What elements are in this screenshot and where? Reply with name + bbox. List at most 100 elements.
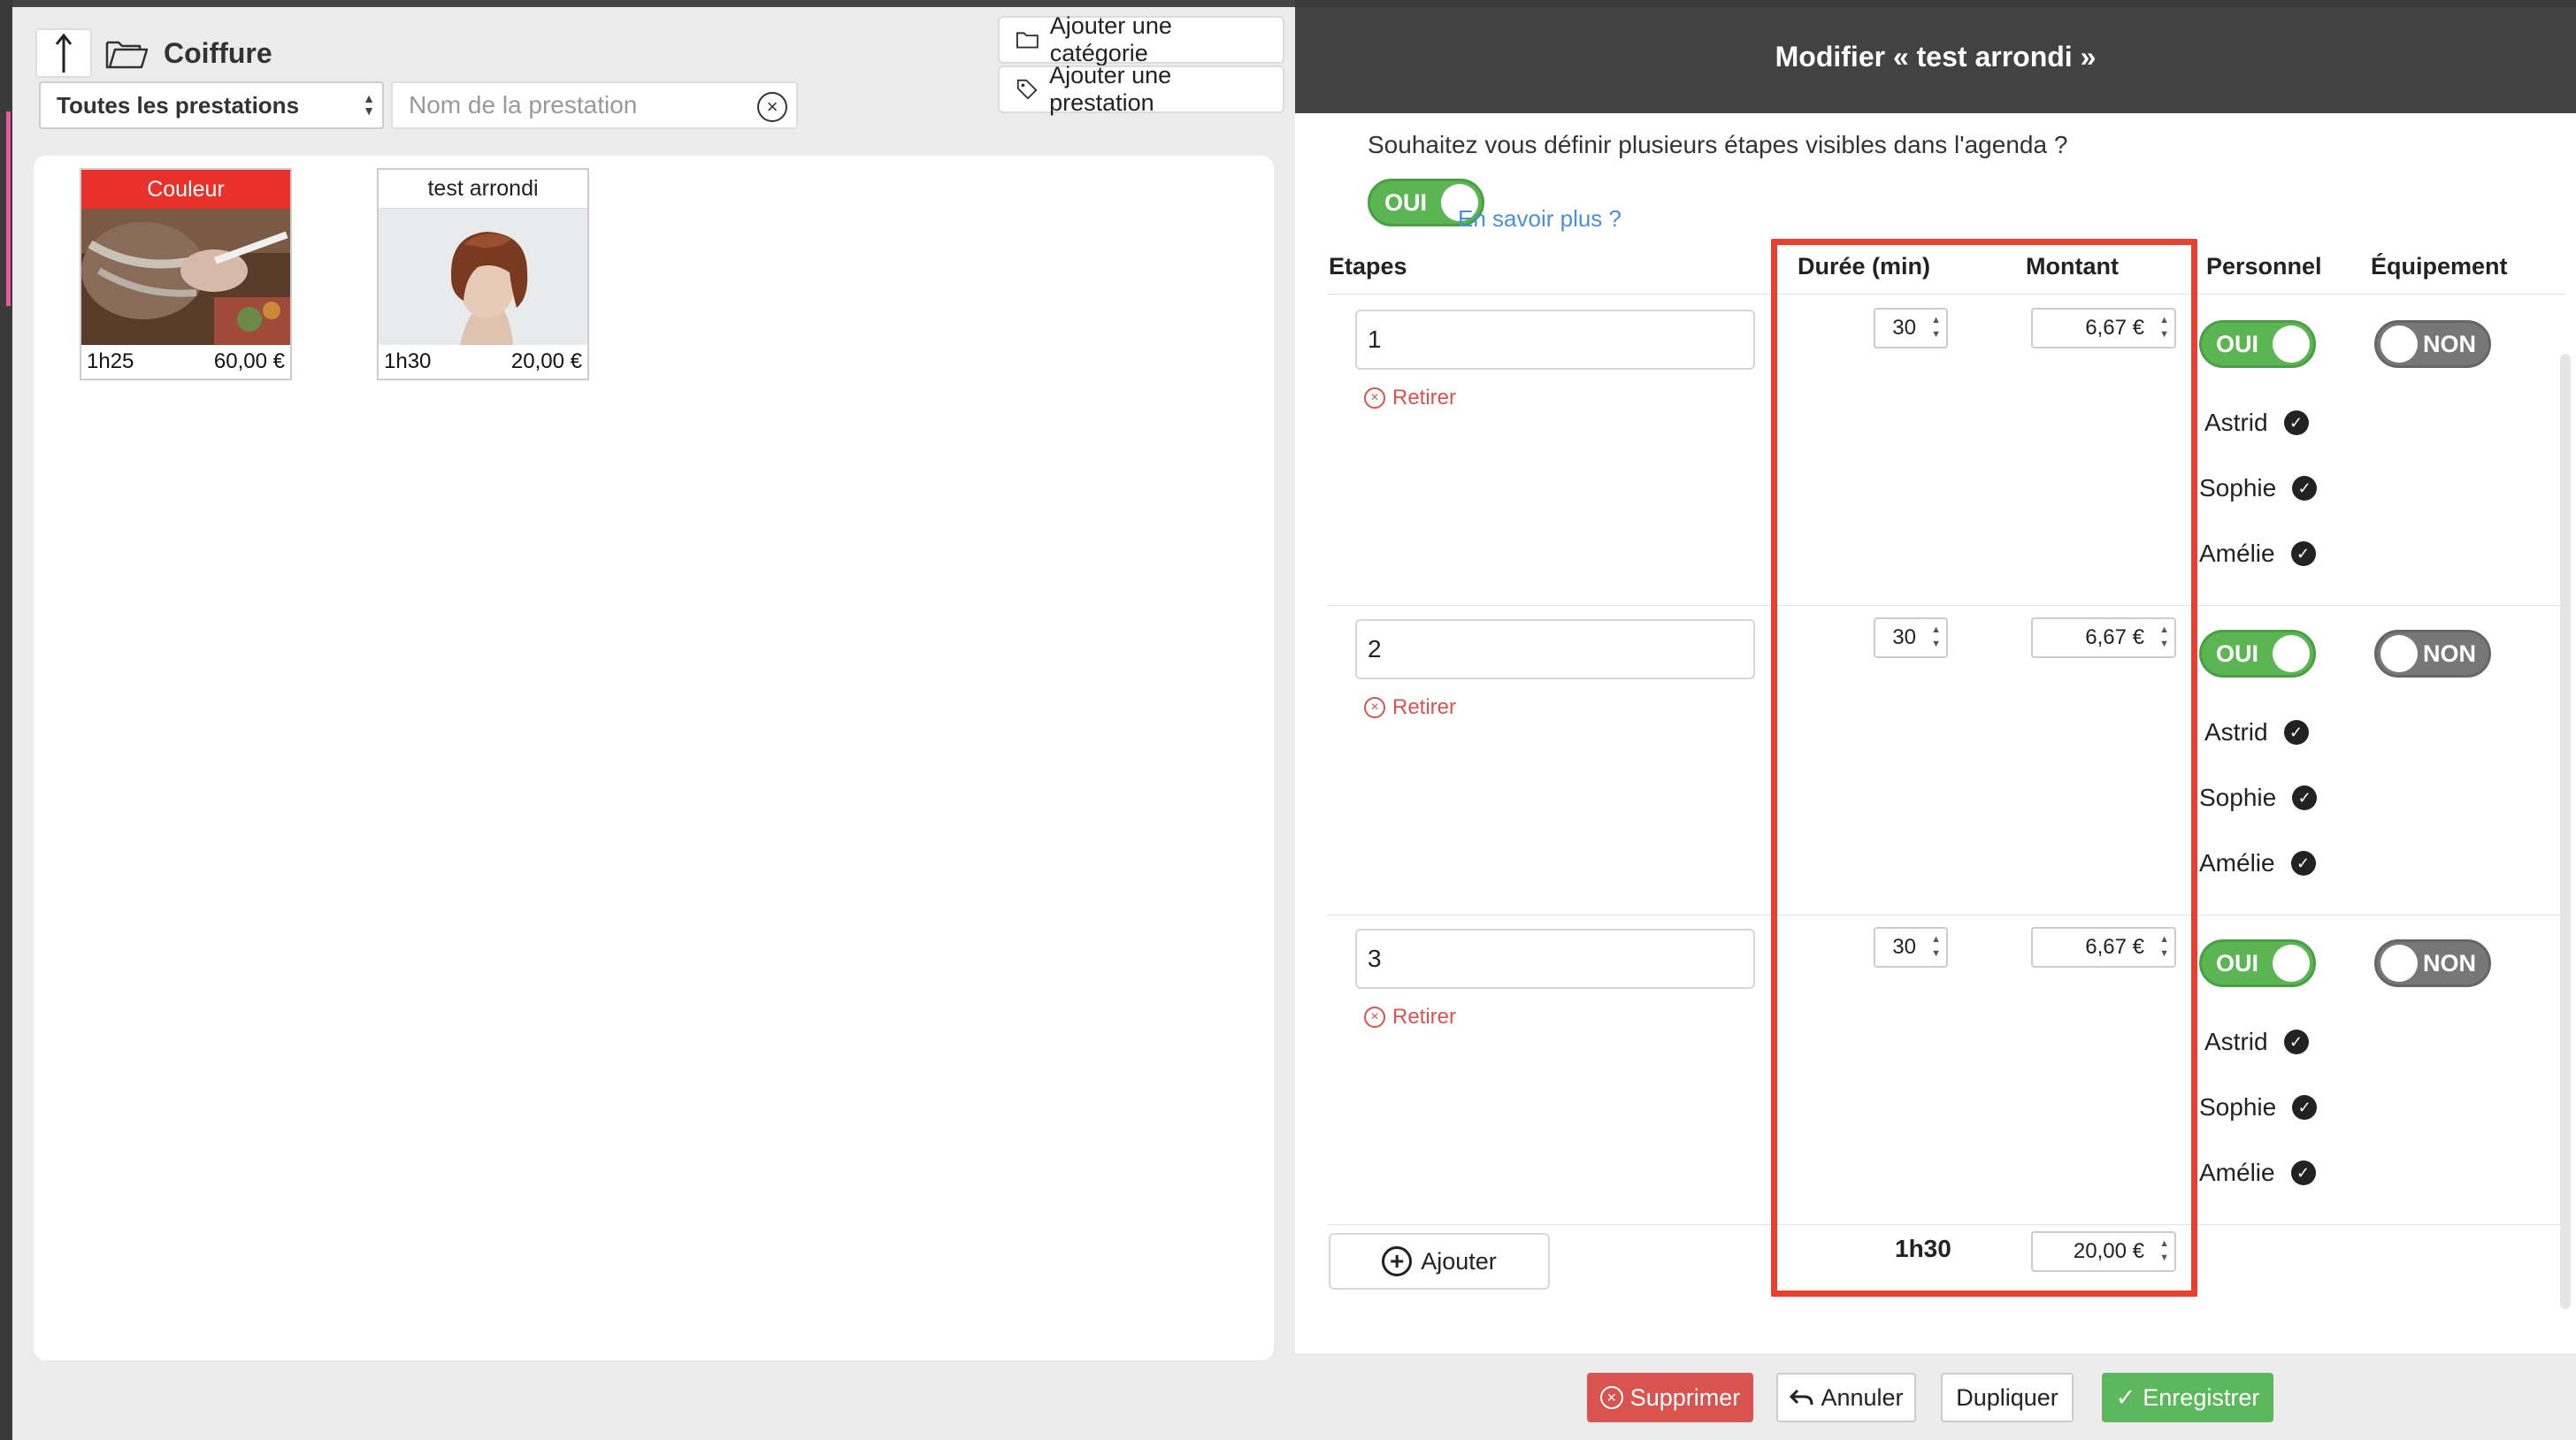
- staff-member[interactable]: Sophie ✓: [2199, 784, 2318, 812]
- spinner-arrows-icon[interactable]: ▲ ▼: [2159, 932, 2169, 961]
- spinner-arrows-icon[interactable]: ▲ ▼: [2159, 1237, 2169, 1265]
- staff-member[interactable]: Amélie ✓: [2199, 849, 2316, 877]
- check-circle-icon: ✓: [2290, 851, 2316, 876]
- go-up-button[interactable]: [35, 28, 92, 78]
- row-divider: [1327, 1224, 2565, 1225]
- service-browser-panel: Coiffure Ajouter une catégorie Ajouter u…: [0, 0, 1295, 1440]
- service-tile[interactable]: Couleur 1h25 60,00 €: [80, 168, 292, 380]
- step-amount-stepper[interactable]: 6,67 € ▲ ▼: [2031, 308, 2176, 349]
- check-circle-icon: ✓: [2292, 1095, 2318, 1120]
- scrollbar[interactable]: [2560, 354, 2571, 1309]
- toggle-knob: [2273, 635, 2310, 672]
- toggle-label: NON: [2423, 640, 2476, 667]
- staff-member[interactable]: Amélie ✓: [2199, 1159, 2316, 1187]
- learn-more-link[interactable]: En savoir plus ?: [1458, 205, 1622, 233]
- edit-service-modal: Modifier « test arrondi » Souhaitez vous…: [1295, 0, 2576, 1440]
- spinner-arrows-icon[interactable]: ▲ ▼: [2159, 313, 2169, 341]
- delete-label: Supprimer: [1629, 1383, 1741, 1411]
- remove-step-button[interactable]: × Retirer: [1364, 695, 1456, 720]
- total-amount-stepper[interactable]: 20,00 € ▲ ▼: [2031, 1231, 2176, 1272]
- equipment-toggle[interactable]: NON: [2374, 320, 2491, 368]
- staff-member[interactable]: Astrid ✓: [2204, 1028, 2309, 1056]
- equipment-toggle[interactable]: NON: [2374, 939, 2491, 987]
- amount-value: 6,67 €: [2085, 935, 2144, 959]
- delete-button[interactable]: × Supprimer: [1587, 1373, 1753, 1422]
- add-step-button[interactable]: + Ajouter: [1329, 1233, 1550, 1290]
- toggle-label: OUI: [1384, 188, 1428, 216]
- service-price: 20,00 €: [510, 349, 582, 373]
- step-duration-stepper[interactable]: 30 ▲ ▼: [1874, 308, 1948, 349]
- service-tile[interactable]: test arrondi 1h30 20,00 €: [377, 168, 589, 380]
- remove-circle-icon: ×: [1599, 1386, 1623, 1409]
- step-duration-stepper[interactable]: 30 ▲ ▼: [1874, 617, 1948, 658]
- spinner-arrows-icon[interactable]: ▲ ▼: [2159, 623, 2169, 651]
- remove-step-button[interactable]: × Retirer: [1364, 1005, 1456, 1030]
- toggle-label: NON: [2423, 949, 2476, 977]
- remove-step-button[interactable]: × Retirer: [1364, 386, 1456, 410]
- add-service-label: Ajouter une prestation: [1049, 62, 1172, 116]
- duplicate-button[interactable]: Dupliquer: [1941, 1373, 2074, 1422]
- checkmark-icon: ✓: [2115, 1383, 2136, 1411]
- toggle-knob: [2380, 635, 2418, 672]
- spinner-arrows-icon[interactable]: ▲ ▼: [1931, 623, 1941, 651]
- staff-member[interactable]: Amélie ✓: [2199, 540, 2316, 568]
- add-step-label: Ajouter: [1421, 1247, 1497, 1275]
- toggle-label: OUI: [2216, 949, 2259, 977]
- check-circle-icon: ✓: [2283, 720, 2309, 745]
- arrow-up-icon: [55, 33, 73, 73]
- toggle-label: OUI: [2216, 640, 2259, 667]
- remove-circle-icon: ×: [1364, 697, 1385, 718]
- step-amount-stepper[interactable]: 6,67 € ▲ ▼: [2031, 617, 2176, 658]
- add-category-button[interactable]: Ajouter une catégorie: [998, 12, 1284, 66]
- step-amount-stepper[interactable]: 6,67 € ▲ ▼: [2031, 927, 2176, 968]
- amount-value: 6,67 €: [2085, 316, 2144, 340]
- service-info: 1h30 20,00 €: [379, 345, 587, 379]
- remove-label: Retirer: [1392, 1005, 1457, 1029]
- add-category-label: Ajouter une catégorie: [1049, 12, 1172, 66]
- cancel-button[interactable]: Annuler: [1776, 1373, 1916, 1422]
- service-info: 1h25 60,00 €: [81, 345, 290, 379]
- step-name-input[interactable]: 2: [1355, 619, 1755, 679]
- undo-arrow-icon: [1790, 1389, 1813, 1406]
- add-service-button[interactable]: Ajouter une prestation: [998, 62, 1284, 116]
- step-duration-stepper[interactable]: 30 ▲ ▼: [1874, 927, 1948, 968]
- step-name-value: 1: [1368, 326, 1382, 353]
- staff-member[interactable]: Sophie ✓: [2199, 1093, 2318, 1122]
- spinner-arrows-icon[interactable]: ▲ ▼: [1931, 313, 1941, 341]
- staff-member[interactable]: Sophie ✓: [2199, 474, 2318, 502]
- remove-circle-icon: ×: [1364, 387, 1385, 409]
- tag-icon: [1016, 79, 1038, 100]
- clear-search-icon[interactable]: ×: [757, 92, 787, 122]
- remove-label: Retirer: [1392, 695, 1457, 719]
- breadcrumb: Coiffure: [164, 37, 272, 69]
- equipment-toggle[interactable]: NON: [2374, 630, 2491, 678]
- staff-name: Astrid: [2204, 1028, 2268, 1055]
- staff-name: Astrid: [2204, 718, 2268, 746]
- service-title: Couleur: [81, 170, 290, 209]
- staff-member[interactable]: Astrid ✓: [2204, 718, 2309, 747]
- staff-toggle[interactable]: OUI: [2199, 320, 2316, 368]
- step-name-input[interactable]: 1: [1355, 310, 1755, 370]
- save-label: Enregistrer: [2143, 1383, 2260, 1411]
- service-photo-short-haircut: [379, 209, 587, 345]
- select-arrows-icon: ▲ ▼: [363, 91, 375, 118]
- cancel-label: Annuler: [1821, 1383, 1904, 1411]
- step-name-input[interactable]: 3: [1355, 929, 1755, 989]
- staff-member[interactable]: Astrid ✓: [2204, 409, 2309, 437]
- staff-name: Amélie: [2199, 1159, 2275, 1186]
- step-name-value: 3: [1368, 945, 1382, 972]
- column-header-staff: Personnel: [2206, 253, 2322, 280]
- service-title: test arrondi: [379, 170, 587, 209]
- save-button[interactable]: ✓ Enregistrer: [2102, 1373, 2273, 1422]
- total-duration: 1h30: [1895, 1235, 1951, 1262]
- service-filter-select[interactable]: Toutes les prestations ▲ ▼: [39, 81, 384, 129]
- service-search-input[interactable]: Nom de la prestation ×: [391, 81, 798, 129]
- service-duration: 1h25: [87, 349, 134, 373]
- column-header-steps: Etapes: [1329, 253, 1407, 280]
- staff-toggle[interactable]: OUI: [2199, 630, 2316, 678]
- spinner-arrows-icon[interactable]: ▲ ▼: [1931, 932, 1941, 961]
- service-duration: 1h30: [384, 349, 432, 373]
- folder-open-icon: [105, 41, 149, 69]
- staff-toggle[interactable]: OUI: [2199, 939, 2316, 987]
- staff-name: Sophie: [2199, 1093, 2277, 1121]
